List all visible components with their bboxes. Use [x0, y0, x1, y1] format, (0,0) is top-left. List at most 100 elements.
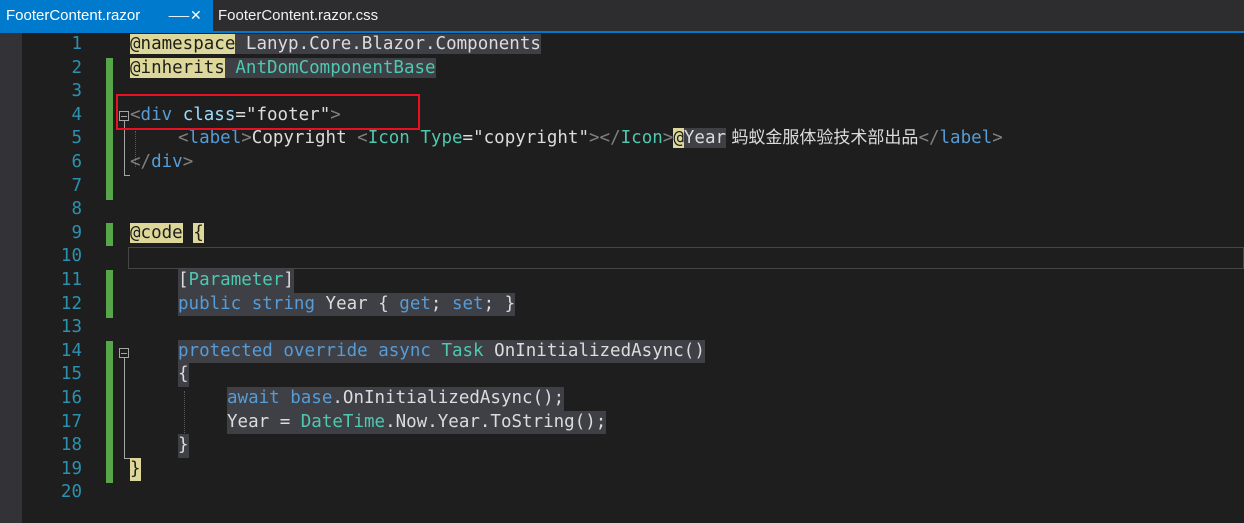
tag-bracket: > [182, 152, 194, 172]
code-line: 8 [0, 198, 1244, 222]
code-line: 7 [0, 175, 1244, 199]
code-line: 16 await base.OnInitializedAsync(); [0, 387, 1244, 411]
method-call: .Now.Year.ToString(); [385, 411, 607, 432]
property-name: Year [227, 411, 270, 432]
chinese-label-text: 蚂蚁金服体验技术部出品 [726, 128, 919, 149]
line-number: 13 [60, 317, 82, 338]
brace: } [130, 457, 141, 482]
code-line: 17 Year = DateTime.Now.Year.ToString(); [0, 410, 1244, 435]
attribute-value: "copyright" [473, 128, 589, 149]
tag-bracket: > [992, 128, 1003, 149]
bracket: ] [283, 270, 294, 290]
document-tab-bar: FooterContent.razor ⸺ ✕ FooterContent.ra… [0, 0, 1244, 33]
annotation-highlight-box [116, 94, 420, 130]
tag-name: label [188, 128, 242, 149]
line-number: 3 [71, 81, 82, 102]
keyword: base [290, 388, 333, 408]
punctuation: ; } [483, 293, 516, 314]
code-line: 11 [Parameter] [0, 269, 1244, 293]
code-line: 15 { [0, 363, 1244, 387]
base-class-name: AntDomComponentBase [235, 57, 436, 78]
tag-bracket: </ [599, 128, 621, 149]
keyword: async [378, 340, 431, 361]
code-line: 6 </div> [0, 151, 1244, 175]
namespace-value: Lanyp.Core.Blazor.Components [245, 34, 541, 54]
property-name: Year [325, 293, 368, 314]
method-name: OnInitializedAsync() [494, 340, 705, 361]
tag-bracket: < [357, 128, 368, 149]
code-line: 14 protected override async Task OnIniti… [0, 339, 1244, 364]
tag-bracket: < [178, 128, 189, 149]
brace: { [178, 363, 189, 387]
tab-footercontent-razor-css[interactable]: FooterContent.razor.css [213, 0, 378, 31]
attribute-name: Parameter [188, 270, 284, 290]
tag-bracket: > [662, 128, 674, 149]
code-line: 1 @namespace Lanyp.Core.Blazor.Component… [0, 33, 1244, 57]
equals-sign: = [462, 128, 474, 149]
brace: { [193, 222, 204, 243]
tag-bracket: </ [130, 152, 152, 172]
razor-directive: @code [130, 222, 183, 243]
line-number: 20 [60, 482, 82, 503]
tag-name: div [151, 152, 183, 172]
tag-bracket: > [241, 128, 252, 149]
line-number: 11 [60, 270, 82, 290]
code-line: 9 @code { [0, 222, 1244, 246]
tag-bracket: </ [918, 128, 940, 149]
line-number: 16 [60, 388, 82, 408]
keyword: await [227, 388, 280, 408]
punctuation: { [367, 293, 400, 314]
keyword: protected [178, 340, 273, 361]
bracket: [ [178, 270, 189, 290]
line-number: 15 [60, 364, 82, 385]
line-number: 8 [71, 199, 82, 220]
brace: } [178, 434, 189, 458]
code-line: 13 [0, 316, 1244, 340]
punctuation: ; [430, 293, 452, 314]
razor-at: @ [673, 128, 684, 149]
component-name: Icon [367, 128, 410, 149]
keyword: public [178, 293, 242, 314]
keyword: string [251, 293, 315, 314]
close-icon[interactable]: ✕ [190, 0, 202, 31]
type-name: DateTime [300, 411, 386, 432]
code-line: 19 } [0, 457, 1244, 482]
attribute-name: Type [420, 128, 463, 149]
line-number: 12 [60, 293, 82, 314]
razor-expression: Year [683, 128, 727, 149]
line-number: 2 [71, 57, 82, 78]
tag-name: label [939, 128, 993, 149]
component-name: Icon [620, 128, 663, 149]
code-line: 10 [0, 245, 1244, 269]
tab-label: FooterContent.razor.css [218, 7, 379, 24]
line-number: 5 [71, 128, 82, 149]
keyword: set [451, 293, 484, 314]
line-number: 1 [71, 34, 82, 54]
tab-footercontent-razor[interactable]: FooterContent.razor ⸺ ✕ [0, 0, 213, 31]
tab-label: FooterContent.razor [6, 7, 141, 24]
line-number: 9 [71, 222, 82, 243]
code-line: 2 @inherits AntDomComponentBase [0, 57, 1244, 81]
line-number: 7 [71, 175, 82, 196]
line-number: 17 [60, 411, 82, 432]
code-editor[interactable]: 1 @namespace Lanyp.Core.Blazor.Component… [0, 33, 1244, 523]
keyword: get [399, 293, 431, 314]
line-number: 10 [60, 246, 82, 267]
code-line: 18 } [0, 434, 1244, 458]
line-number: 4 [71, 104, 82, 125]
method-call: .OnInitializedAsync(); [332, 388, 565, 408]
line-number: 19 [60, 458, 82, 479]
pin-icon[interactable]: ⸺ [168, 0, 190, 31]
razor-directive: @inherits [130, 57, 225, 78]
keyword: override [283, 340, 368, 361]
code-line: 12 public string Year { get; set; } [0, 292, 1244, 317]
type-name: Task [441, 340, 484, 361]
code-line: 20 [0, 481, 1244, 505]
line-number: 18 [60, 435, 82, 456]
tag-bracket: > [589, 128, 600, 149]
code-line: 5 <label>Copyright <Icon Type="copyright… [0, 127, 1244, 151]
line-number: 6 [71, 152, 82, 172]
label-text: Copyright [251, 128, 358, 149]
line-number: 14 [60, 340, 82, 361]
operator: = [269, 411, 301, 432]
